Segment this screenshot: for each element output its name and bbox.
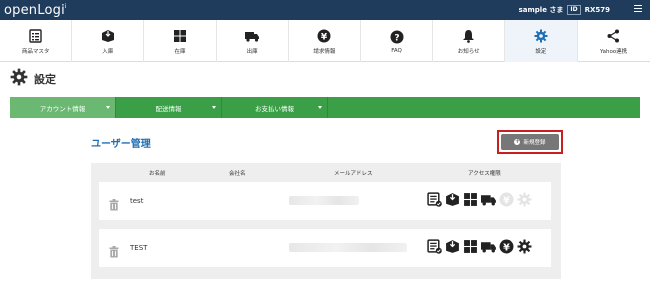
chevron-down-icon <box>106 106 110 109</box>
user-name-cell: test <box>130 197 144 205</box>
nav-label: Yahoo連携 <box>599 48 628 55</box>
tab-label: お支払い情報 <box>255 104 294 113</box>
tab-payment[interactable]: お支払い情報 <box>222 97 328 118</box>
column-header-name: お名前 <box>149 171 166 177</box>
nav-item-notifications[interactable]: お知らせ <box>433 20 506 62</box>
truck-icon <box>244 28 260 44</box>
page-title-text: 設定 <box>34 73 56 86</box>
list-icon <box>28 28 44 44</box>
box-in-icon <box>100 28 116 44</box>
settings-tabs: アカウント情報 配送情報 お支払い情報 <box>10 97 640 118</box>
user-table: お名前 会社名 メールアドレス アクセス権限 test ¥ TEST ¥ <box>91 163 561 279</box>
boxes-icon[interactable] <box>462 191 479 208</box>
main-nav: 商品マスタ 入庫 在庫 出庫 ¥ 請求情報 ? FAQ お知らせ 設定 Yaho… <box>0 20 650 62</box>
column-header-email: メールアドレス <box>334 171 373 177</box>
email-redacted <box>289 196 359 205</box>
hamburger-menu-icon[interactable] <box>634 5 642 13</box>
nav-item-yahoo[interactable]: Yahoo連携 <box>578 20 650 62</box>
user-name-cell: TEST <box>130 244 148 252</box>
tab-account[interactable]: アカウント情報 <box>10 97 116 118</box>
nav-label: FAQ <box>391 47 402 54</box>
box-in-icon[interactable] <box>444 238 461 255</box>
nav-item-outbound[interactable]: 出庫 <box>217 20 289 62</box>
user-name[interactable]: sample さま <box>519 5 564 15</box>
new-button-highlight: + 新規登録 <box>497 130 563 154</box>
trash-icon[interactable] <box>109 243 119 258</box>
table-row: TEST ¥ <box>99 229 551 267</box>
column-header-access: アクセス権限 <box>468 171 501 177</box>
column-header-company: 会社名 <box>229 171 246 177</box>
boxes-icon <box>172 28 188 44</box>
nav-item-faq[interactable]: ? FAQ <box>361 20 434 62</box>
tab-delivery[interactable]: 配送情報 <box>116 97 222 118</box>
gear-icon <box>10 68 28 90</box>
id-value: RX579 <box>584 6 610 14</box>
plus-icon: + <box>514 138 521 145</box>
logo[interactable]: openLogii <box>0 3 67 18</box>
nav-label: 入庫 <box>102 48 114 55</box>
new-button-label: 新規登録 <box>523 140 546 146</box>
nav-item-inbound[interactable]: 入庫 <box>72 20 145 62</box>
tab-label: アカウント情報 <box>39 104 86 113</box>
svg-text:¥: ¥ <box>503 195 510 206</box>
gear-icon <box>533 28 549 44</box>
nav-item-settings[interactable]: 設定 <box>505 20 578 62</box>
nav-item-billing[interactable]: ¥ 請求情報 <box>289 20 361 62</box>
nav-label: お知らせ <box>457 48 480 55</box>
email-redacted <box>289 243 407 252</box>
access-permissions: ¥ <box>426 191 533 208</box>
yen-icon[interactable]: ¥ <box>498 238 515 255</box>
trash-icon[interactable] <box>109 196 119 211</box>
nav-label: 請求情報 <box>313 48 336 55</box>
nav-item-product-master[interactable]: 商品マスタ <box>0 20 73 62</box>
list-icon[interactable] <box>426 191 443 208</box>
nav-label: 設定 <box>535 48 547 55</box>
chevron-down-icon <box>318 106 322 109</box>
share-icon <box>606 28 622 44</box>
access-permissions: ¥ <box>426 238 533 255</box>
user-info[interactable]: sample さま ID RX579 <box>519 0 610 20</box>
yen-icon[interactable]: ¥ <box>498 191 515 208</box>
gear-icon[interactable] <box>516 238 533 255</box>
box-in-icon[interactable] <box>444 191 461 208</box>
id-label: ID <box>567 5 581 15</box>
svg-text:?: ? <box>394 33 399 43</box>
truck-icon[interactable] <box>480 238 497 255</box>
question-icon: ? <box>389 29 405 45</box>
tab-label: 配送情報 <box>155 104 182 113</box>
truck-icon[interactable] <box>480 191 497 208</box>
nav-label: 出庫 <box>246 48 258 55</box>
chevron-down-icon <box>212 106 216 109</box>
new-user-button[interactable]: + 新規登録 <box>501 134 559 150</box>
gear-icon[interactable] <box>516 191 533 208</box>
boxes-icon[interactable] <box>462 238 479 255</box>
nav-item-stock[interactable]: 在庫 <box>144 20 217 62</box>
list-icon[interactable] <box>426 238 443 255</box>
top-bar: openLogii sample さま ID RX579 <box>0 0 650 20</box>
bell-icon <box>461 28 477 44</box>
nav-label: 商品マスタ <box>21 48 50 55</box>
svg-text:¥: ¥ <box>503 242 510 253</box>
table-row: test ¥ <box>99 182 551 220</box>
yen-icon: ¥ <box>316 28 332 44</box>
page-title: 設定 <box>10 68 56 90</box>
svg-text:¥: ¥ <box>321 32 328 42</box>
section-title: ユーザー管理 <box>91 139 151 150</box>
nav-label: 在庫 <box>174 48 186 55</box>
